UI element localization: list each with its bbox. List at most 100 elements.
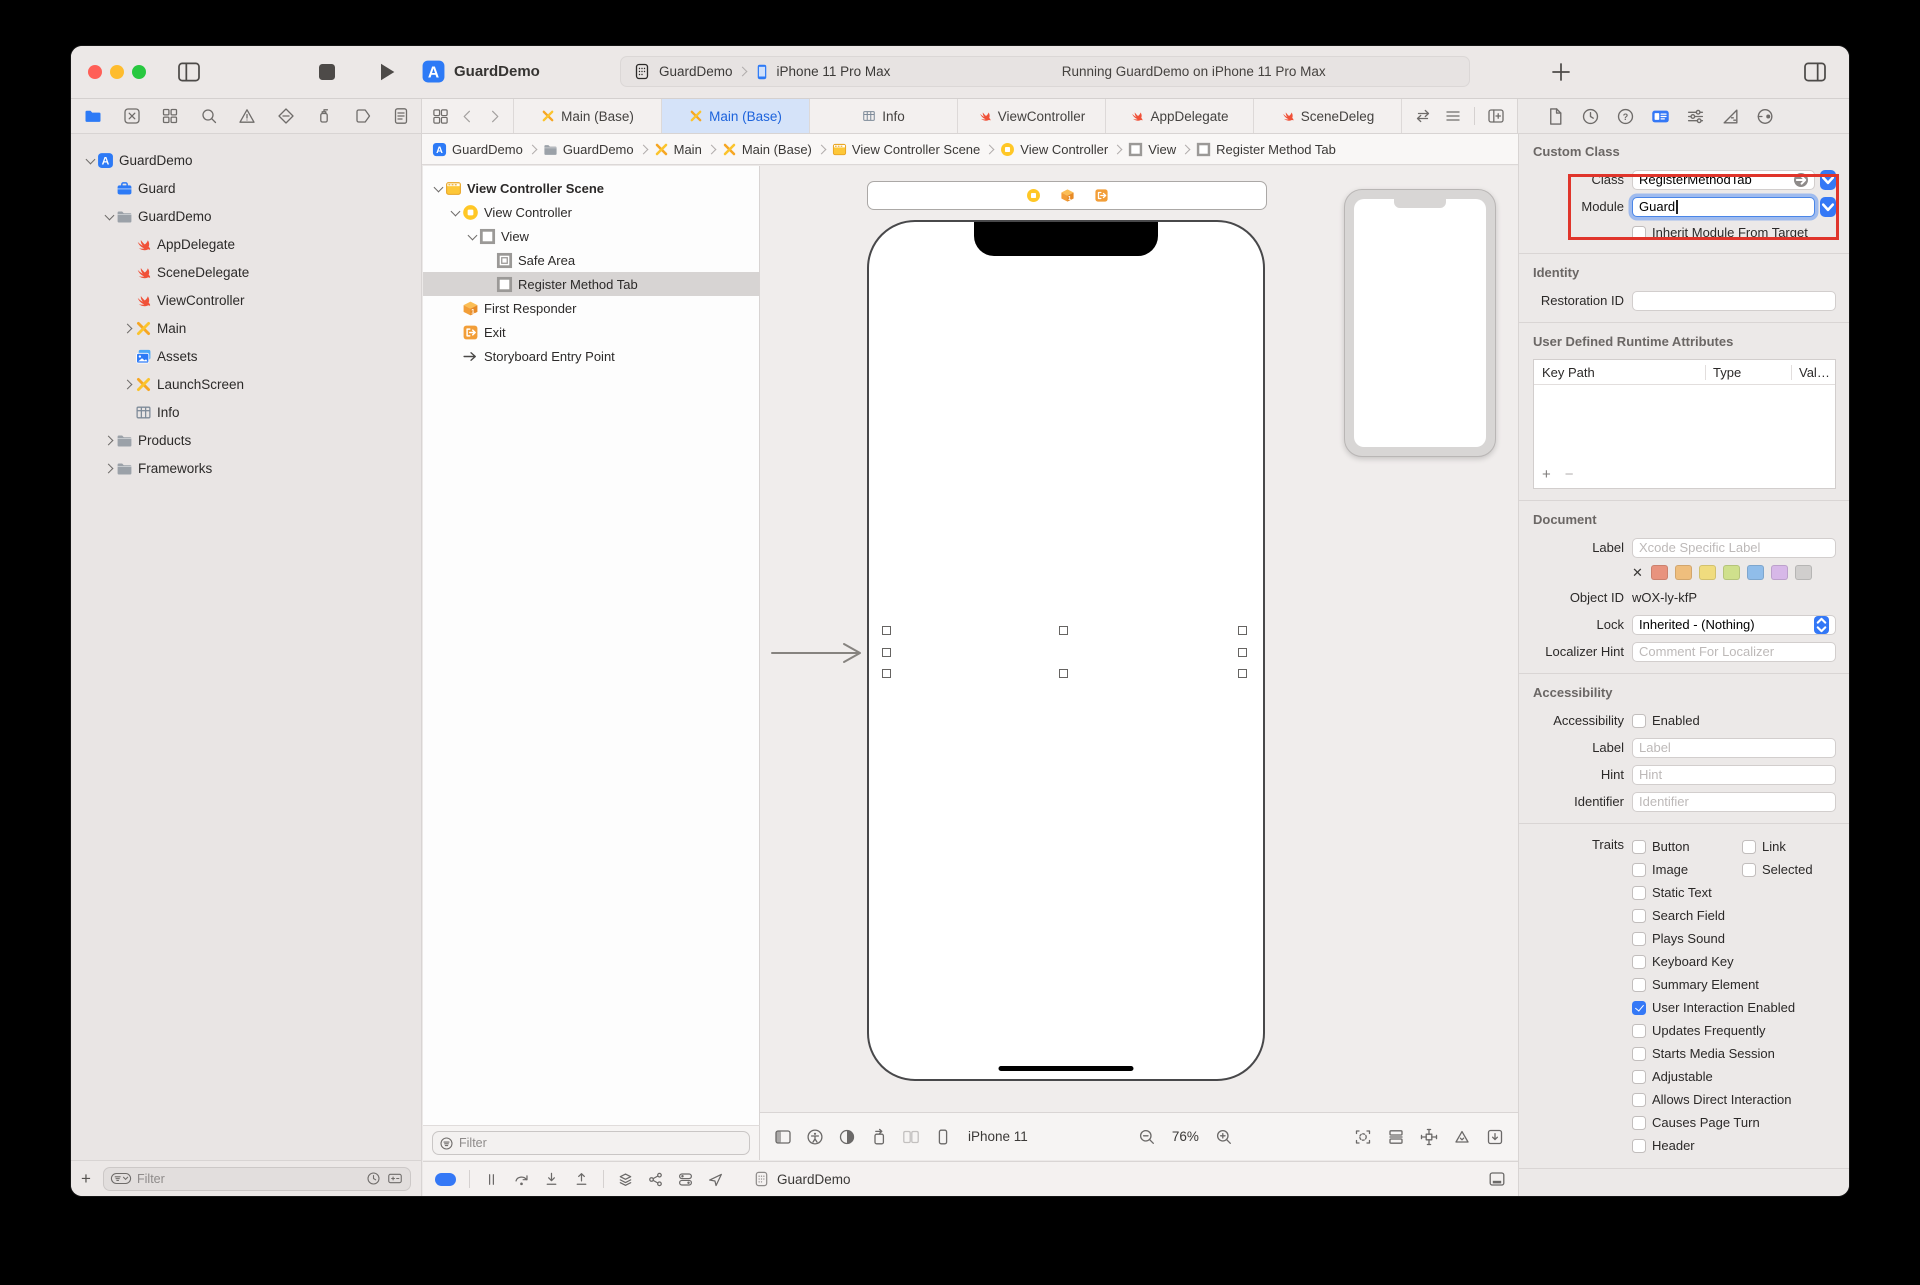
disclosure-chevron-icon[interactable] (102, 433, 116, 447)
breadcrumb-item[interactable]: Main (654, 142, 702, 157)
module-field[interactable]: Guard (1632, 196, 1815, 217)
class-dropdown-button[interactable] (1820, 169, 1836, 190)
tree-item-viewcontroller[interactable]: ViewController (71, 286, 421, 314)
disclosure-chevron-icon[interactable] (121, 321, 135, 335)
trait-checkbox-user-interaction-enabled[interactable] (1632, 1000, 1646, 1015)
accessibility-label-field[interactable]: Label (1632, 737, 1836, 758)
run-destination[interactable]: iPhone 11 Pro Max (777, 64, 891, 79)
search-icon[interactable] (200, 107, 218, 125)
resize-handle[interactable] (882, 648, 891, 657)
breakpoints-icon[interactable] (354, 107, 372, 125)
breadcrumb-item[interactable]: GuardDemo (543, 142, 634, 157)
jump-to-class-button[interactable] (1794, 172, 1808, 187)
running-process[interactable]: GuardDemo (753, 1171, 851, 1188)
module-dropdown-button[interactable] (1820, 196, 1836, 217)
appearance-icon[interactable] (838, 1128, 856, 1146)
accessibility-enabled-checkbox[interactable] (1632, 713, 1646, 728)
disclosure-chevron-icon[interactable] (431, 181, 445, 195)
canvas-minimap[interactable] (1344, 189, 1496, 457)
table-column-header[interactable]: Val… (1791, 364, 1835, 380)
resize-handle[interactable] (882, 626, 891, 635)
editor-tab-info[interactable]: Info (809, 99, 957, 133)
view-hierarchy-icon[interactable] (617, 1171, 634, 1188)
embed-icon[interactable] (1486, 1128, 1504, 1146)
disclosure-chevron-icon[interactable] (121, 377, 135, 391)
close-button[interactable] (88, 65, 102, 79)
tree-item-safe-area[interactable]: Safe Area (423, 248, 759, 272)
trait-checkbox-causes-page-turn[interactable] (1632, 1115, 1646, 1130)
resize-handle[interactable] (1238, 626, 1247, 635)
accessibility-icon[interactable] (806, 1128, 824, 1146)
update-frames-icon[interactable] (1354, 1128, 1372, 1146)
tree-item-products[interactable]: Products (71, 426, 421, 454)
trait-checkbox-allows-direct-interaction[interactable] (1632, 1092, 1646, 1107)
inspector-toggle-icon[interactable] (1803, 60, 1827, 84)
disclosure-chevron-icon[interactable] (448, 205, 462, 219)
tree-item-first-responder[interactable]: 1 First Responder (423, 296, 759, 320)
clear-color-button[interactable]: ✕ (1632, 565, 1644, 581)
disclosure-chevron-icon[interactable] (102, 461, 116, 475)
trait-checkbox-button[interactable] (1632, 839, 1646, 854)
trait-checkbox-summary-element[interactable] (1632, 977, 1646, 992)
connections-icon[interactable] (1756, 107, 1775, 126)
tree-item-frameworks[interactable]: Frameworks (71, 454, 421, 482)
breadcrumb-item[interactable]: View (1128, 142, 1176, 157)
trait-checkbox-image[interactable] (1632, 862, 1646, 877)
project-icon[interactable] (84, 107, 102, 125)
resize-handle[interactable] (1238, 648, 1247, 657)
breakpoints-toggle[interactable] (435, 1172, 456, 1186)
tree-item-storyboard-entry-point[interactable]: Storyboard Entry Point (423, 344, 759, 368)
device-icon[interactable] (934, 1128, 952, 1146)
trait-checkbox-plays-sound[interactable] (1632, 931, 1646, 946)
device-name-label[interactable]: iPhone 11 (968, 1129, 1028, 1144)
resize-handle[interactable] (1059, 669, 1068, 678)
localizer-hint-field[interactable]: Comment For Localizer (1632, 641, 1836, 662)
color-swatch[interactable] (1699, 565, 1716, 580)
tree-item-exit[interactable]: Exit (423, 320, 759, 344)
tree-item-guarddemo[interactable]: GuardDemo (71, 202, 421, 230)
location-icon[interactable] (707, 1171, 724, 1188)
lock-popup[interactable]: Inherited - (Nothing) (1632, 614, 1836, 635)
trait-checkbox-keyboard-key[interactable] (1632, 954, 1646, 969)
first-responder-icon[interactable]: 1 (1060, 188, 1075, 203)
tree-item-register-method-tab[interactable]: Register Method Tab (423, 272, 759, 296)
resize-handle[interactable] (1238, 669, 1247, 678)
zoom-in-icon[interactable] (1215, 1128, 1233, 1146)
reports-icon[interactable] (392, 107, 410, 125)
trait-checkbox-link[interactable] (1742, 839, 1756, 854)
recent-files-icon[interactable] (366, 1171, 381, 1186)
color-swatch[interactable] (1747, 565, 1764, 580)
trait-checkbox-adjustable[interactable] (1632, 1069, 1646, 1084)
rotate-icon[interactable] (870, 1128, 888, 1146)
storyboard-entry-arrow[interactable] (770, 642, 868, 664)
file-icon[interactable] (1546, 107, 1565, 126)
step-into-icon[interactable] (543, 1171, 560, 1188)
split-view-icon[interactable] (902, 1128, 920, 1146)
scene-header-bar[interactable]: 1 (867, 181, 1267, 210)
breadcrumb-item[interactable]: Main (Base) (722, 142, 812, 157)
exit-icon[interactable] (1094, 188, 1109, 203)
color-swatch[interactable] (1675, 565, 1692, 580)
run-button[interactable] (375, 60, 399, 84)
table-column-header[interactable]: Key Path (1534, 365, 1705, 380)
editor-tab-scenedeleg[interactable]: SceneDeleg (1253, 99, 1401, 133)
zoom-out-icon[interactable] (1138, 1128, 1156, 1146)
editor-tab-main-base-[interactable]: Main (Base) (661, 99, 809, 133)
related-items-icon[interactable] (432, 108, 449, 125)
editor-sidebar-icon[interactable] (774, 1128, 792, 1146)
outline-filter-field[interactable]: Filter (432, 1131, 750, 1155)
environment-icon[interactable] (677, 1171, 694, 1188)
disclosure-chevron-icon[interactable] (83, 153, 97, 167)
storyboard-canvas[interactable]: 1 (760, 166, 1518, 1112)
add-attribute-button[interactable]: + (1542, 466, 1551, 483)
breadcrumb-item[interactable]: View Controller (1000, 142, 1108, 157)
add-file-button[interactable]: + (81, 1169, 95, 1189)
trait-checkbox-updates-frequently[interactable] (1632, 1023, 1646, 1038)
symbols-icon[interactable] (161, 107, 179, 125)
library-plus-button[interactable] (1549, 60, 1573, 84)
breadcrumb-item[interactable]: Register Method Tab (1196, 142, 1336, 157)
editor-tab-main-base-[interactable]: Main (Base) (513, 99, 661, 133)
issues-icon[interactable] (238, 107, 256, 125)
color-swatch[interactable] (1795, 565, 1812, 580)
view-controller-icon[interactable] (1026, 188, 1041, 203)
